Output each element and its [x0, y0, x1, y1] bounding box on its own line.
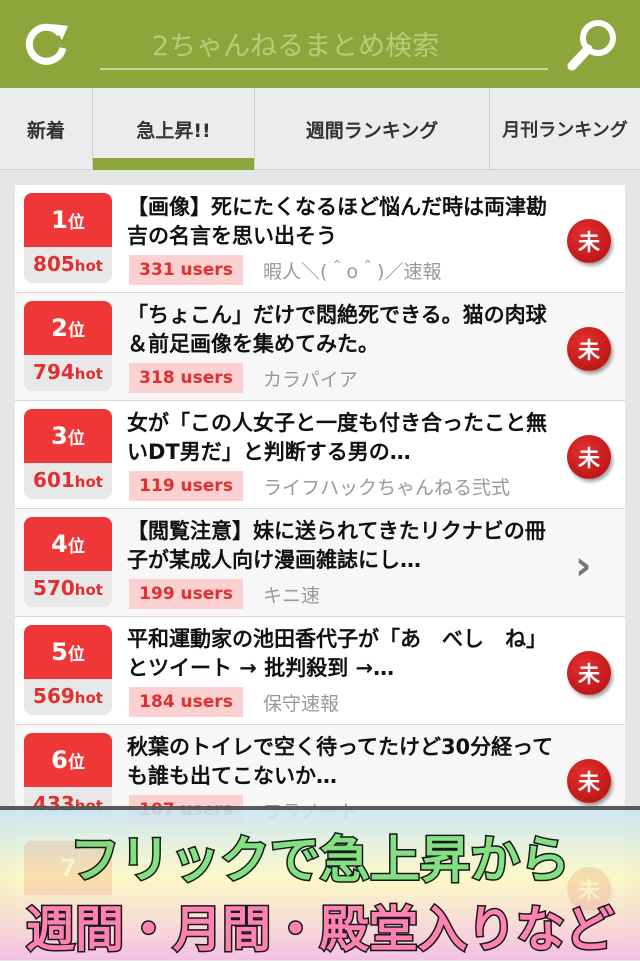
article-title: 女が「この人女子と一度も付き合ったこと無いDT男だ」と判断する男の…	[127, 411, 547, 464]
source-site: 暇人＼(＾o＾)／速報	[263, 261, 442, 283]
tab-label: 週間ランキング	[305, 119, 439, 142]
users-count-badge: 119 users	[129, 471, 243, 501]
hot-suffix: hot	[74, 473, 103, 491]
unread-badge: 未	[567, 759, 611, 803]
article-title: 秋葉のトイレで空く待ってたけど30分経っても誰も出てこないか…	[127, 735, 554, 788]
tab-rising[interactable]: 急上昇!!	[92, 88, 254, 170]
source-site: ライフハックちゃんねる弐式	[263, 477, 511, 499]
rank-number: 6	[51, 746, 68, 774]
source-site: カラパイア	[263, 369, 358, 391]
rank-suffix: 位	[67, 644, 85, 665]
chevron-right-icon[interactable]: ›	[575, 543, 591, 589]
hot-suffix: hot	[74, 365, 103, 383]
rank-badge: 2 位 794hot	[24, 301, 112, 391]
hot-suffix: hot	[74, 689, 103, 707]
search-input[interactable]: 2ちゃんねるまとめ検索	[100, 14, 548, 70]
hot-count: 569	[33, 684, 75, 708]
article-title: 【閲覧注意】妹に送られてきたリクナビの冊子が某成人向け漫画雑誌にし…	[127, 519, 546, 572]
list-item[interactable]: 5 位 569hot 平和運動家の池田香代子が「あ べし ね」とツイート → 批判殺到…	[15, 617, 625, 725]
hot-count: 794	[33, 360, 75, 384]
rank-number: 1	[51, 206, 68, 234]
rank-badge: 3 位 601hot	[24, 409, 112, 499]
rank-badge: 5 位 569hot	[24, 625, 112, 715]
tab-label: 急上昇!!	[136, 119, 211, 142]
rank-badge: 4 位 570hot	[24, 517, 112, 607]
promo-banner: フリックで急上昇から 週間・月間・殿堂入りなど	[0, 806, 640, 960]
unread-badge: 未	[567, 219, 611, 263]
unread-badge: 未	[567, 435, 611, 479]
rank-number: 4	[51, 530, 68, 558]
rank-suffix: 位	[67, 536, 85, 557]
rank-suffix: 位	[67, 212, 85, 233]
rank-badge: 1 位 805hot	[24, 193, 112, 283]
hot-count: 601	[33, 468, 75, 492]
hot-count: 805	[33, 252, 75, 276]
unread-badge: 未	[567, 651, 611, 695]
users-count-badge: 318 users	[129, 363, 243, 393]
tab-weekly[interactable]: 週間ランキング	[254, 88, 489, 170]
hot-count: 570	[33, 576, 75, 600]
users-count-badge: 184 users	[129, 687, 243, 717]
users-count-badge: 199 users	[129, 579, 243, 609]
rank-suffix: 位	[67, 752, 85, 773]
tab-bar: 新着 急上昇!! 週間ランキング 月刊ランキング	[0, 88, 640, 170]
source-site: 保守速報	[263, 693, 340, 715]
hot-suffix: hot	[74, 257, 103, 275]
hot-suffix: hot	[74, 581, 103, 599]
list-item[interactable]: 2 位 794hot 「ちょこん」だけで悶絶死できる。猫の肉球＆前足画像を集めてみた。…	[15, 293, 625, 401]
list-item[interactable]: 1 位 805hot 【画像】死にたくなるほど悩んだ時は両津勘吉の名言を思い出そう 33…	[15, 185, 625, 293]
list-item[interactable]: 3 位 601hot 女が「この人女子と一度も付き合ったこと無いDT男だ」と判断する男…	[15, 401, 625, 509]
list-item[interactable]: 4 位 570hot 【閲覧注意】妹に送られてきたリクナビの冊子が某成人向け漫画雑誌に…	[15, 509, 625, 617]
article-title: 【画像】死にたくなるほど悩んだ時は両津勘吉の名言を思い出そう	[127, 195, 547, 248]
rank-suffix: 位	[67, 428, 85, 449]
tab-label: 新着	[26, 119, 65, 142]
refresh-icon[interactable]	[22, 20, 70, 68]
magnifier-icon[interactable]	[566, 16, 622, 72]
tab-monthly[interactable]: 月刊ランキング	[489, 88, 640, 170]
tab-new[interactable]: 新着	[0, 88, 92, 170]
unread-badge: 未	[567, 327, 611, 371]
article-title: 平和運動家の池田香代子が「あ べし ね」とツイート → 批判殺到 →…	[127, 627, 547, 680]
tab-label: 月刊ランキング	[502, 120, 628, 141]
users-count-badge: 331 users	[129, 255, 243, 285]
rank-number: 3	[51, 422, 68, 450]
banner-line-1: フリックで急上昇から	[69, 830, 572, 891]
rank-suffix: 位	[67, 320, 85, 341]
article-title: 「ちょこん」だけで悶絶死できる。猫の肉球＆前足画像を集めてみた。	[127, 303, 547, 356]
rank-number: 2	[51, 314, 68, 342]
banner-line-2: 週間・月間・殿堂入りなど	[24, 900, 615, 960]
rank-number: 5	[51, 638, 68, 666]
source-site: キニ速	[263, 585, 321, 607]
active-tab-indicator	[93, 158, 254, 170]
app-header: 2ちゃんねるまとめ検索	[0, 0, 640, 88]
